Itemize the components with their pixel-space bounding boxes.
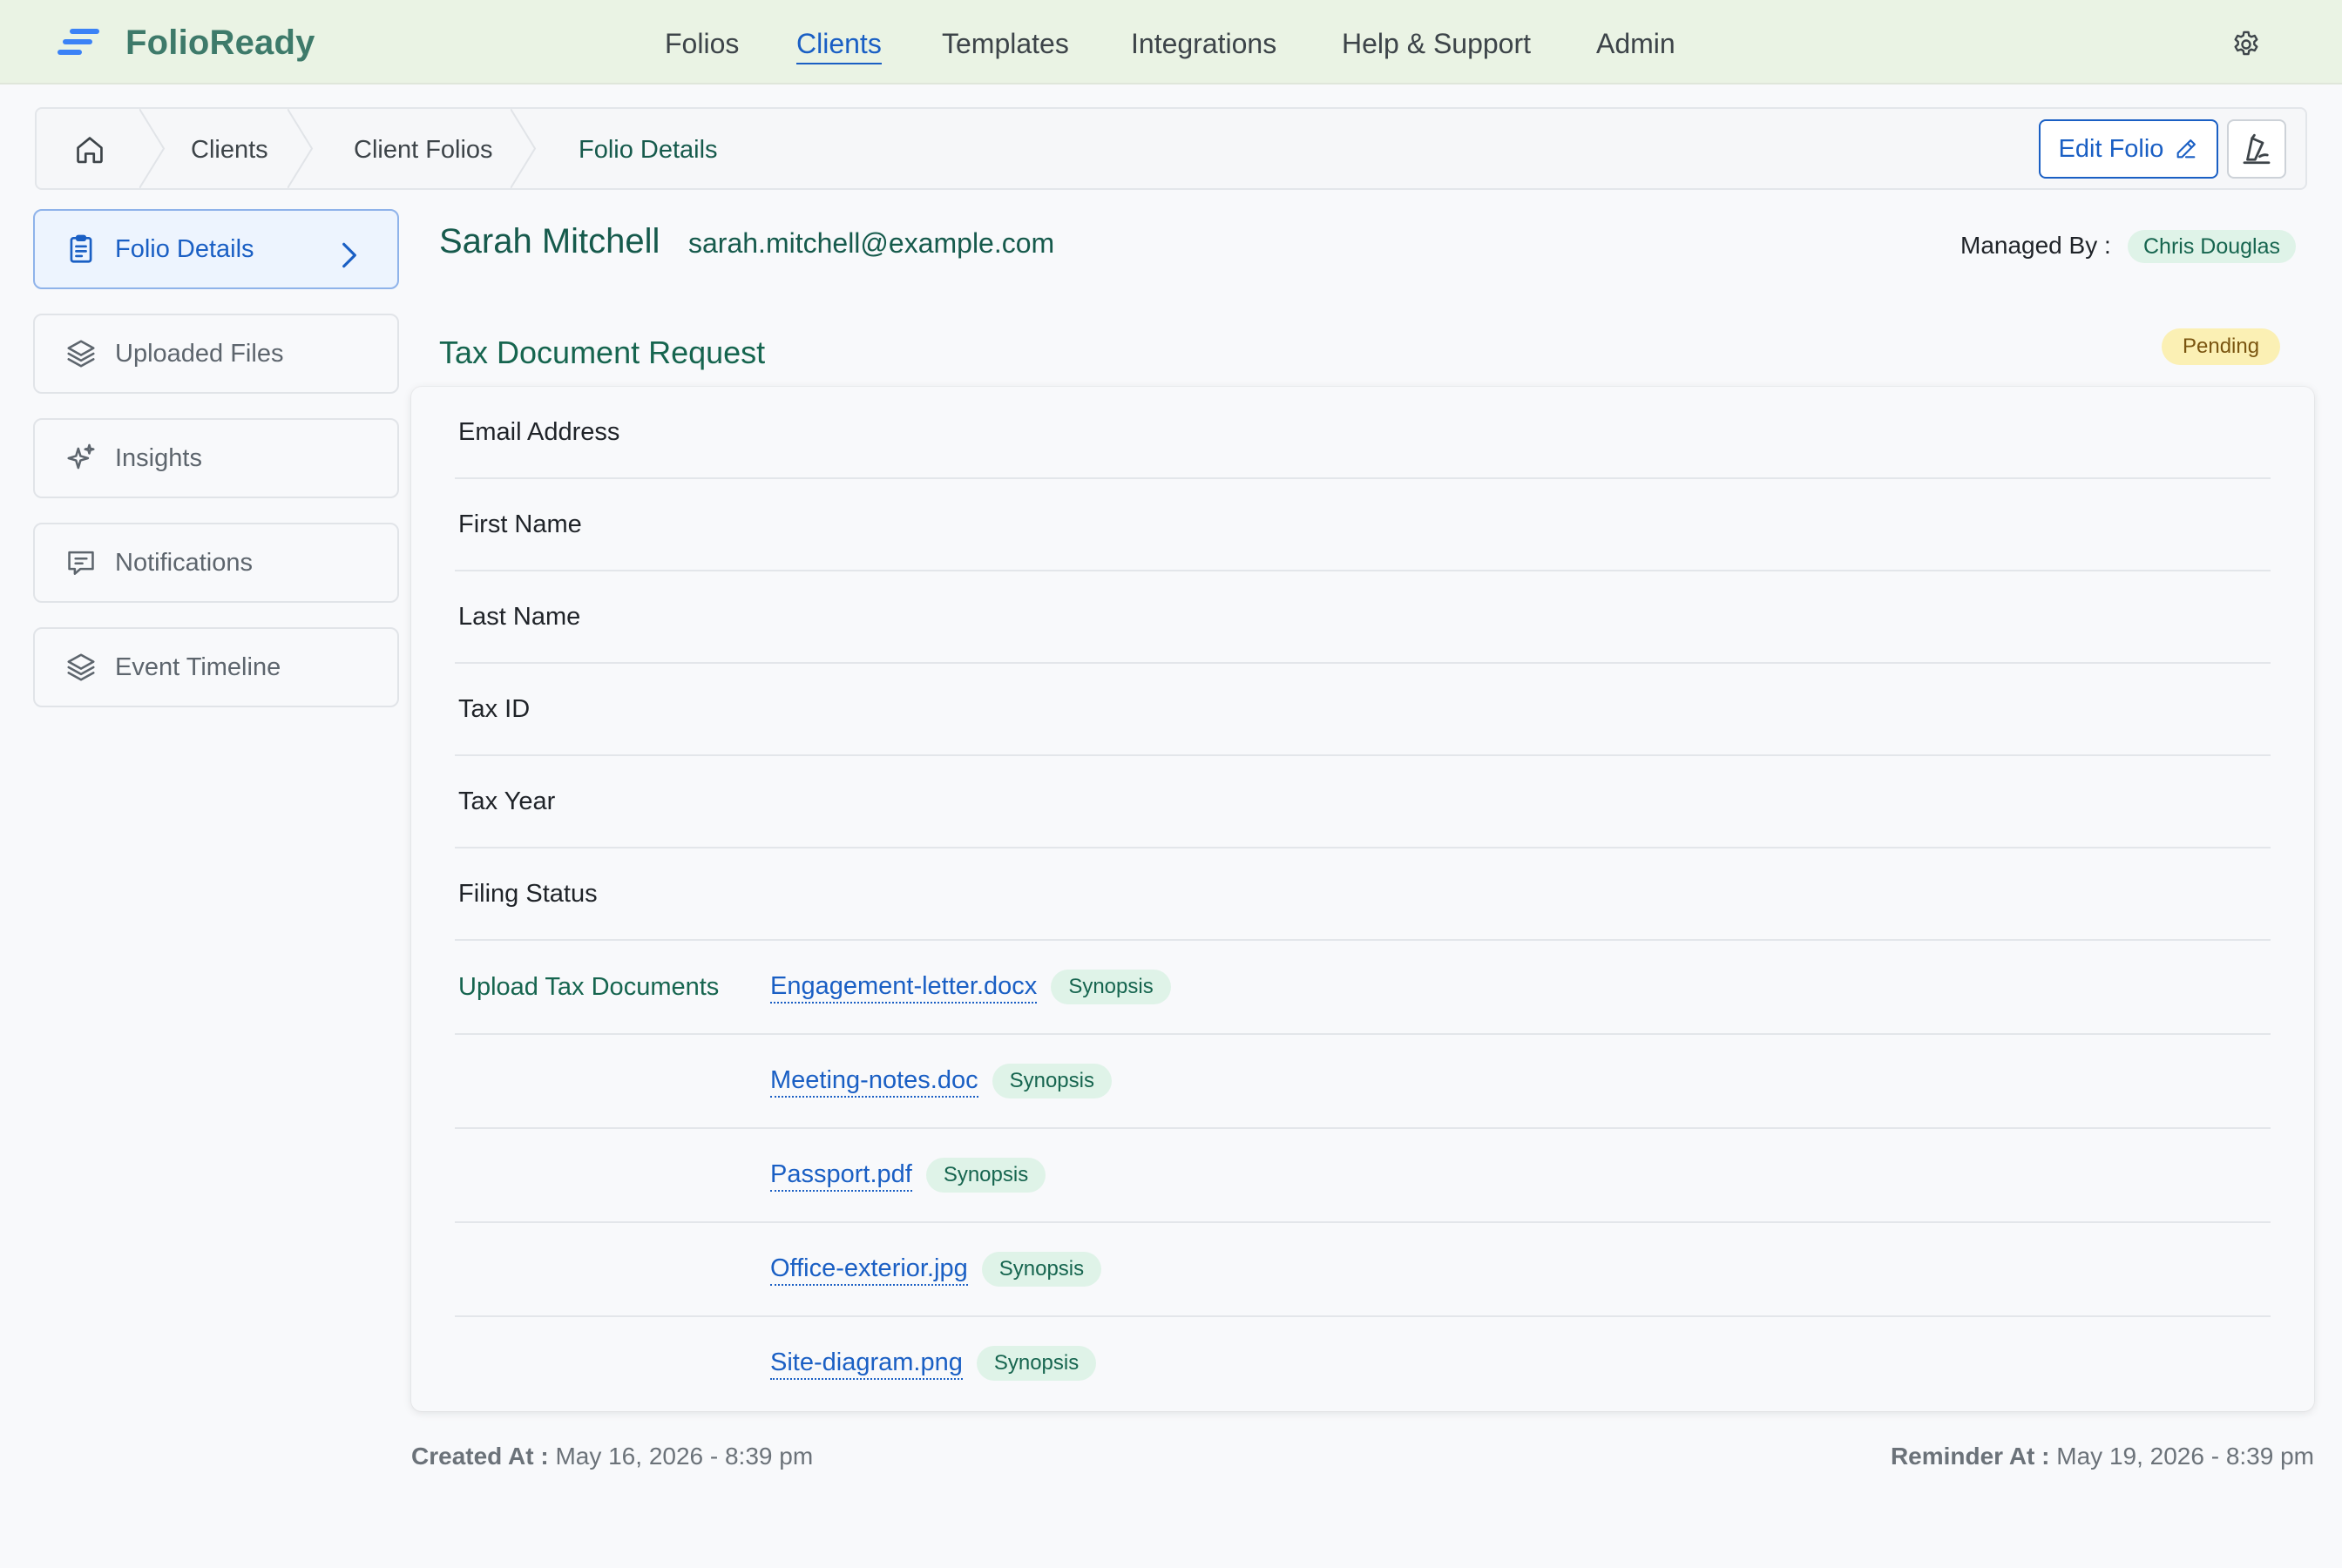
file-entry: Passport.pdf Synopsis <box>770 1158 1046 1193</box>
home-icon[interactable] <box>73 133 106 166</box>
managed-by-label: Managed By : <box>1960 232 2111 259</box>
request-details-card: Email Address First Name Last Name Tax I… <box>411 387 2314 1411</box>
field-label: Tax Year <box>458 787 556 815</box>
field-row-first-name: First Name <box>455 479 2271 571</box>
file-link[interactable]: Passport.pdf <box>770 1159 912 1192</box>
file-entry: Site-diagram.png Synopsis <box>770 1346 1097 1381</box>
chevron-right-icon <box>342 242 356 268</box>
created-at: Created At : May 16, 2026 - 8:39 pm <box>411 1442 813 1471</box>
nav-item-clients[interactable]: Clients <box>796 26 882 64</box>
file-row: Meeting-notes.doc Synopsis <box>455 1035 2271 1129</box>
file-row: Site-diagram.png Synopsis <box>455 1317 2271 1411</box>
nav-item-folios[interactable]: Folios <box>665 26 739 61</box>
pencil-icon <box>2177 139 2196 159</box>
field-label: Tax ID <box>458 695 531 723</box>
created-at-value: May 16, 2026 - 8:39 pm <box>555 1443 814 1470</box>
breadcrumb-separator <box>511 109 537 188</box>
file-row: Upload Tax Documents Engagement-letter.d… <box>455 941 2271 1035</box>
file-row: Office-exterior.jpg Synopsis <box>455 1223 2271 1317</box>
nav-item-admin[interactable]: Admin <box>1596 26 1675 61</box>
main-nav: Folios Clients Templates Integrations He… <box>0 0 2342 84</box>
edit-folio-label: Edit Folio <box>2058 134 2164 163</box>
clipboard-icon <box>70 234 92 263</box>
field-label: Last Name <box>458 603 581 631</box>
signature-button[interactable] <box>2227 119 2286 179</box>
field-label: First Name <box>458 510 582 538</box>
created-at-label: Created At : <box>411 1443 549 1470</box>
sidebar-item-label: Folio Details <box>115 234 254 263</box>
field-row-email-address: Email Address <box>455 387 2271 479</box>
client-email: sarah.mitchell@example.com <box>688 227 1055 259</box>
synopsis-button[interactable]: Synopsis <box>1051 970 1171 1004</box>
nav-item-templates[interactable]: Templates <box>942 26 1069 61</box>
sidebar-item-label: Event Timeline <box>115 652 281 681</box>
reminder-at-label: Reminder At : <box>1890 1443 2050 1470</box>
request-title: Tax Document Request <box>439 335 766 370</box>
field-row-filing-status: Filing Status <box>455 848 2271 941</box>
sidebar-item-folio-details[interactable]: Folio Details <box>33 209 399 289</box>
file-entry: Engagement-letter.docx Synopsis <box>770 970 1171 1004</box>
reminder-at-value: May 19, 2026 - 8:39 pm <box>2056 1443 2314 1470</box>
sidebar-item-label: Notifications <box>115 548 253 577</box>
edit-folio-button[interactable]: Edit Folio <box>2039 119 2218 179</box>
breadcrumb-folio-details: Folio Details <box>579 136 718 164</box>
field-label: Email Address <box>458 418 620 446</box>
field-label: Filing Status <box>458 880 598 908</box>
file-link[interactable]: Engagement-letter.docx <box>770 970 1038 1004</box>
sidebar-item-insights[interactable]: Insights <box>33 418 399 498</box>
breadcrumb: Clients Client Folios Folio Details Edit… <box>35 107 2307 190</box>
gear-icon[interactable] <box>2230 29 2262 60</box>
breadcrumb-client-folios[interactable]: Client Folios <box>354 133 493 166</box>
client-name: Sarah Mitchell <box>439 222 660 260</box>
nav-item-integrations[interactable]: Integrations <box>1131 26 1276 61</box>
file-link[interactable]: Site-diagram.png <box>770 1347 963 1380</box>
breadcrumb-separator <box>288 109 314 188</box>
sidebar-item-uploaded-files[interactable]: Uploaded Files <box>33 314 399 394</box>
status-badge: Pending <box>2162 328 2281 365</box>
field-row-tax-year: Tax Year <box>455 756 2271 848</box>
file-link[interactable]: Office-exterior.jpg <box>770 1253 968 1286</box>
upload-tax-documents-label: Upload Tax Documents <box>458 973 720 1001</box>
synopsis-button[interactable]: Synopsis <box>925 1158 1046 1193</box>
synopsis-button[interactable]: Synopsis <box>976 1346 1097 1381</box>
layers-icon <box>67 340 95 368</box>
top-navigation-bar: FolioReady Folios Clients Templates Inte… <box>0 0 2342 84</box>
breadcrumb-separator <box>139 109 166 188</box>
field-row-last-name: Last Name <box>455 571 2271 664</box>
file-entry: Meeting-notes.doc Synopsis <box>770 1064 1112 1098</box>
sidebar-item-label: Insights <box>115 443 202 472</box>
nav-item-help-support[interactable]: Help & Support <box>1342 26 1531 61</box>
synopsis-button[interactable]: Synopsis <box>992 1064 1112 1098</box>
breadcrumb-clients[interactable]: Clients <box>191 133 268 166</box>
file-link[interactable]: Meeting-notes.doc <box>770 1064 978 1098</box>
sidebar-item-notifications[interactable]: Notifications <box>33 523 399 603</box>
sidebar-item-event-timeline[interactable]: Event Timeline <box>33 627 399 707</box>
layers-icon <box>67 653 95 681</box>
file-row: Passport.pdf Synopsis <box>455 1129 2271 1223</box>
file-entry: Office-exterior.jpg Synopsis <box>770 1252 1102 1287</box>
field-row-tax-id: Tax ID <box>455 664 2271 756</box>
synopsis-button[interactable]: Synopsis <box>981 1252 1102 1287</box>
message-icon <box>68 551 94 575</box>
sidebar-item-label: Uploaded Files <box>115 339 284 368</box>
sparkles-icon <box>67 443 95 470</box>
signature-icon <box>2243 133 2271 165</box>
reminder-at: Reminder At : May 19, 2026 - 8:39 pm <box>1891 1442 2314 1471</box>
managed-by-badge: Chris Douglas <box>2128 230 2297 263</box>
